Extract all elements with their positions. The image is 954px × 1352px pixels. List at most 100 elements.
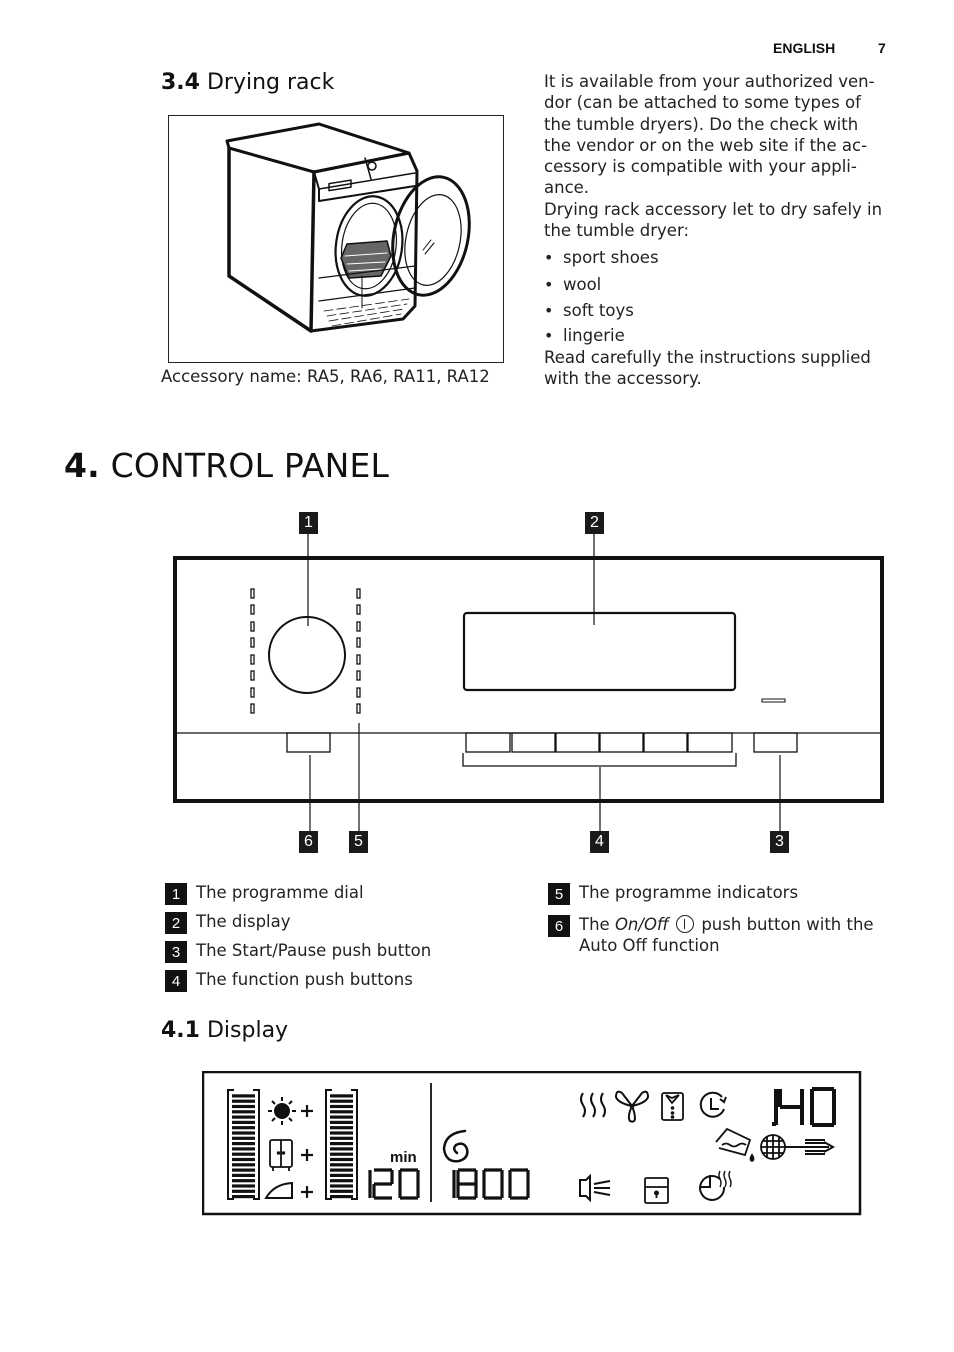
legend-item-4: 4 The function push buttons (165, 969, 413, 992)
section-number: 4. (64, 446, 100, 485)
spiral-icon (442, 1129, 469, 1163)
bar-segment (232, 1189, 255, 1193)
legend-number: 2 (165, 912, 187, 934)
bar-segment (330, 1142, 353, 1146)
tumble-dryer-drawing (225, 122, 471, 333)
bar-segment (232, 1147, 255, 1151)
legend-item-3: 3 The Start/Pause push button (165, 940, 431, 963)
bar-segment (330, 1157, 353, 1162)
bar-segment (330, 1126, 353, 1130)
spin-speed-readout (452, 1168, 530, 1200)
cycle-time-readout (772, 1087, 836, 1127)
bar-segment (232, 1168, 255, 1172)
bar-segment (330, 1173, 353, 1177)
legend-number: 4 (165, 970, 187, 992)
dryness-level-bar (227, 1089, 260, 1200)
callout-2: 2 (585, 512, 604, 534)
bar-segment (330, 1110, 353, 1114)
legend-number: 1 (165, 883, 187, 905)
section-title: CONTROL PANEL (110, 446, 390, 485)
drying-rack-description: It is available from your authorized ven… (544, 71, 894, 389)
callout-6: 6 (299, 831, 318, 853)
programme-indicators-left (250, 588, 255, 714)
bar-segment (232, 1110, 255, 1114)
callout-1: 1 (299, 512, 318, 534)
iron-dry-icon (264, 1181, 293, 1199)
bar-segment (232, 1094, 255, 1098)
bar-segment (232, 1120, 255, 1124)
bar-segment (330, 1179, 353, 1183)
paragraph-instructions: Read carefully the instructions supplied… (544, 347, 871, 389)
bar-segment (330, 1131, 353, 1135)
callout-5: 5 (349, 831, 368, 853)
programme-dial (268, 616, 346, 694)
child-lock-icon (644, 1177, 669, 1204)
list-item: soft toys (544, 298, 894, 325)
legend-number: 5 (548, 883, 570, 905)
legend-text: The On/Off push button with the Auto Off… (579, 915, 874, 955)
item-list: sport shoes wool soft toys lingerie (544, 245, 894, 347)
figure-caption: Accessory name: RA5, RA6, RA11, RA12 (161, 367, 490, 386)
list-item: wool (544, 272, 894, 299)
bar-segment (330, 1147, 353, 1151)
decimal-point (772, 1122, 776, 1126)
section-title: Drying rack (206, 70, 335, 95)
water-container-icon (715, 1127, 755, 1162)
legend-text: The programme indicators (579, 883, 799, 902)
programme-indicators-right (356, 588, 361, 714)
start-indicator-light (761, 698, 786, 703)
buzzer-icon (579, 1173, 611, 1203)
legend-item-6: 6 The On/Off push button with the Auto O… (548, 914, 874, 956)
function-buttons-bracket (462, 753, 737, 767)
lcd-display-diagram: min (202, 1071, 862, 1216)
function-buttons (465, 732, 733, 753)
callout-3: 3 (770, 831, 789, 853)
bar-segment (232, 1195, 255, 1199)
filter-icon (760, 1134, 786, 1160)
sun-extra-dry-icon (268, 1097, 296, 1125)
paragraph-purpose: Drying rack accessory let to dry safely … (544, 199, 883, 241)
section-number: 4.1 (161, 1018, 200, 1043)
bar-segment (232, 1157, 255, 1162)
start-pause-button (753, 732, 798, 753)
control-panel-diagram (173, 534, 884, 833)
paragraph-availability: It is available from your authorized ven… (544, 72, 875, 198)
time-minutes-readout (368, 1168, 420, 1200)
bar-segment (232, 1179, 255, 1183)
bar-segment (232, 1126, 255, 1130)
delay-clock-icon (699, 1091, 727, 1118)
bar-segment (232, 1099, 255, 1103)
vent-grille (323, 298, 410, 327)
legend-text: The programme dial (196, 883, 364, 902)
list-item: lingerie (544, 325, 894, 347)
bar-segment (330, 1120, 353, 1124)
bar-segment (330, 1195, 353, 1199)
cupboard-dry-icon (269, 1139, 293, 1171)
bar-segment (330, 1099, 353, 1103)
legend-number: 6 (548, 915, 570, 937)
shirt-icon (661, 1092, 684, 1121)
legend-item-5: 5 The programme indicators (548, 882, 798, 905)
legend-text: The display (196, 912, 291, 931)
dial-knob (367, 161, 377, 171)
bar-segment (232, 1131, 255, 1135)
bar-segment (232, 1136, 255, 1140)
legend-text: The function push buttons (196, 970, 413, 989)
bar-segment (330, 1168, 353, 1172)
page-number: 7 (878, 40, 886, 56)
bar-segment (232, 1163, 255, 1167)
heat-waves-icon (580, 1092, 606, 1118)
bar-segment (232, 1142, 255, 1146)
bar-segment (232, 1152, 255, 1156)
bar-segment (232, 1173, 255, 1177)
bar-segment (330, 1152, 353, 1156)
legend-item-1: 1 The programme dial (165, 882, 364, 905)
on-off-button (286, 732, 331, 753)
bar-segment (232, 1104, 255, 1109)
section-4-heading: 4. CONTROL PANEL (64, 446, 389, 485)
list-item: sport shoes (544, 245, 894, 272)
section-number: 3.4 (161, 70, 200, 95)
power-icon (676, 915, 695, 933)
bar-segment (330, 1115, 353, 1119)
bar-segment (330, 1104, 353, 1109)
